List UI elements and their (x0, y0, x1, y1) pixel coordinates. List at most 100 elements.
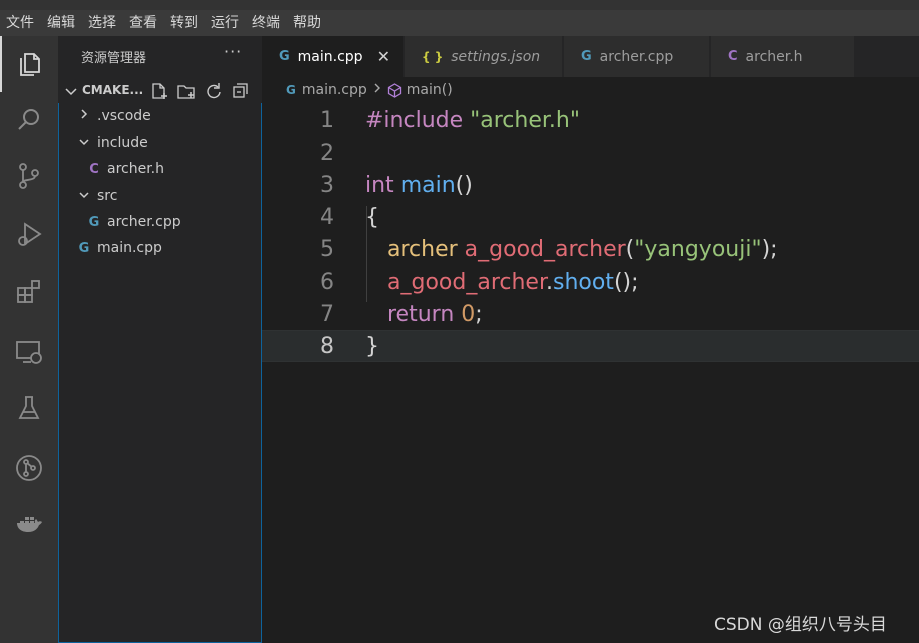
close-icon[interactable]: ✕ (377, 47, 390, 66)
token: 0 (461, 302, 476, 327)
tab-label: archer.cpp (599, 48, 674, 65)
code-editor[interactable]: 1 #include "archer.h" 2 3 int main() 4 {… (262, 103, 919, 643)
run-debug-icon[interactable] (0, 206, 58, 262)
title-strip (0, 0, 919, 10)
refresh-icon[interactable] (204, 82, 223, 100)
watermark: CSDN @组织八号头目 (714, 615, 887, 635)
code-text: { (365, 202, 379, 234)
code-line: 4 { (262, 202, 919, 234)
tree-file-main-cpp[interactable]: G main.cpp (77, 235, 162, 261)
tree-folder-include[interactable]: include (77, 130, 148, 156)
more-actions-icon[interactable]: ··· (224, 42, 242, 61)
tree-label: archer.cpp (107, 214, 181, 230)
tab-main-cpp[interactable]: G main.cpp ✕ (262, 36, 404, 77)
tab-label: archer.h (745, 48, 803, 65)
token: ) (761, 237, 771, 262)
tree-label: src (97, 188, 118, 204)
search-icon[interactable] (0, 92, 58, 148)
sidebar-title: 资源管理器 (81, 51, 147, 66)
menu-items: 文件 编辑 选择 查看 转到 运行 终端 帮助 (0, 10, 328, 36)
docker-icon[interactable] (0, 496, 58, 552)
token: #include (365, 108, 464, 133)
token: ; (631, 270, 639, 295)
token: "archer.h" (470, 108, 580, 133)
source-control-icon[interactable] (0, 148, 58, 204)
tab-label: settings.json (451, 48, 541, 65)
token: a_good_archer (464, 237, 626, 262)
new-folder-icon[interactable] (177, 82, 196, 100)
menu-run[interactable]: 运行 (205, 10, 246, 36)
chevron-down-icon (64, 83, 78, 102)
tree-folder-vscode[interactable]: .vscode (77, 103, 151, 129)
chevron-right-icon (77, 108, 91, 124)
token: archer (387, 237, 458, 262)
collapse-all-icon[interactable] (231, 82, 250, 100)
project-name: CMAKE... (82, 83, 144, 97)
token: { (365, 205, 379, 230)
cpp-file-icon: G (286, 83, 296, 97)
menu-edit[interactable]: 编辑 (41, 10, 82, 36)
code-line: 6 a_good_archer.shoot(); (262, 267, 919, 299)
project-header[interactable]: CMAKE... (58, 80, 262, 102)
token: return (387, 302, 455, 327)
menu-selection[interactable]: 选择 (82, 10, 123, 36)
c-header-icon: C (728, 49, 738, 64)
extensions-icon[interactable] (0, 264, 58, 320)
menu-go[interactable]: 转到 (164, 10, 205, 36)
menu-view[interactable]: 查看 (123, 10, 164, 36)
tab-archer-cpp[interactable]: G archer.cpp (564, 36, 710, 77)
json-file-icon: { } (422, 49, 444, 64)
token: . (545, 270, 553, 295)
editor-tabs: G main.cpp ✕ { } settings.json G archer.… (262, 36, 919, 77)
breadcrumb: G main.cpp main() (262, 77, 919, 103)
explorer-sidebar: 资源管理器 ··· CMAKE... .vscode include C arc… (58, 36, 262, 643)
token: "yangyouji" (634, 237, 762, 262)
token: ; (770, 237, 778, 262)
line-number: 2 (320, 141, 334, 166)
token: } (365, 334, 379, 359)
code-text: } (365, 331, 379, 363)
file-tree: .vscode include C archer.h src G archer.… (58, 103, 262, 643)
code-line: 3 int main() (262, 170, 919, 202)
tab-settings-json[interactable]: { } settings.json (405, 36, 563, 77)
line-number: 4 (320, 205, 334, 230)
code-line: 5 archer a_good_archer("yangyouji"); (262, 234, 919, 266)
menu-help[interactable]: 帮助 (287, 10, 328, 36)
code-text: a_good_archer.shoot(); (387, 267, 639, 299)
symbol-method-icon (387, 82, 402, 98)
code-line: 7 return 0; (262, 299, 919, 331)
menu-terminal[interactable]: 终端 (246, 10, 287, 36)
menu-file[interactable]: 文件 (0, 10, 41, 36)
explorer-toolbar (150, 82, 250, 100)
token: () (613, 270, 632, 295)
code-text: int main() (365, 170, 473, 202)
tree-file-archer-h[interactable]: C archer.h (87, 156, 164, 182)
chevron-down-icon (77, 136, 91, 151)
git-graph-icon[interactable] (0, 440, 58, 496)
line-number: 3 (320, 173, 334, 198)
breadcrumb-file[interactable]: main.cpp (302, 82, 367, 98)
code-text: #include "archer.h" (365, 105, 580, 137)
token: main (400, 173, 456, 198)
cpp-file-icon: G (78, 240, 90, 256)
files-icon[interactable] (0, 36, 58, 92)
breadcrumb-symbol[interactable]: main() (407, 82, 453, 98)
cpp-file-icon: G (88, 214, 100, 230)
c-header-icon: C (89, 161, 99, 177)
tab-label: main.cpp (297, 48, 363, 65)
tree-label: archer.h (107, 161, 165, 177)
remote-explorer-icon[interactable] (0, 324, 58, 380)
tree-folder-src[interactable]: src (77, 183, 117, 209)
line-number: 1 (320, 108, 334, 133)
code-line: 2 (262, 138, 919, 170)
token: ( (625, 237, 635, 262)
tree-file-archer-cpp[interactable]: G archer.cpp (87, 209, 181, 235)
token: ; (475, 302, 483, 327)
token: a_good_archer (387, 270, 546, 295)
cpp-file-icon: G (581, 49, 592, 64)
new-file-icon[interactable] (150, 82, 169, 100)
code-line: 1 #include "archer.h" (262, 105, 919, 137)
tab-archer-h[interactable]: C archer.h (711, 36, 855, 77)
testing-icon[interactable] (0, 380, 58, 436)
token: int (365, 173, 394, 198)
